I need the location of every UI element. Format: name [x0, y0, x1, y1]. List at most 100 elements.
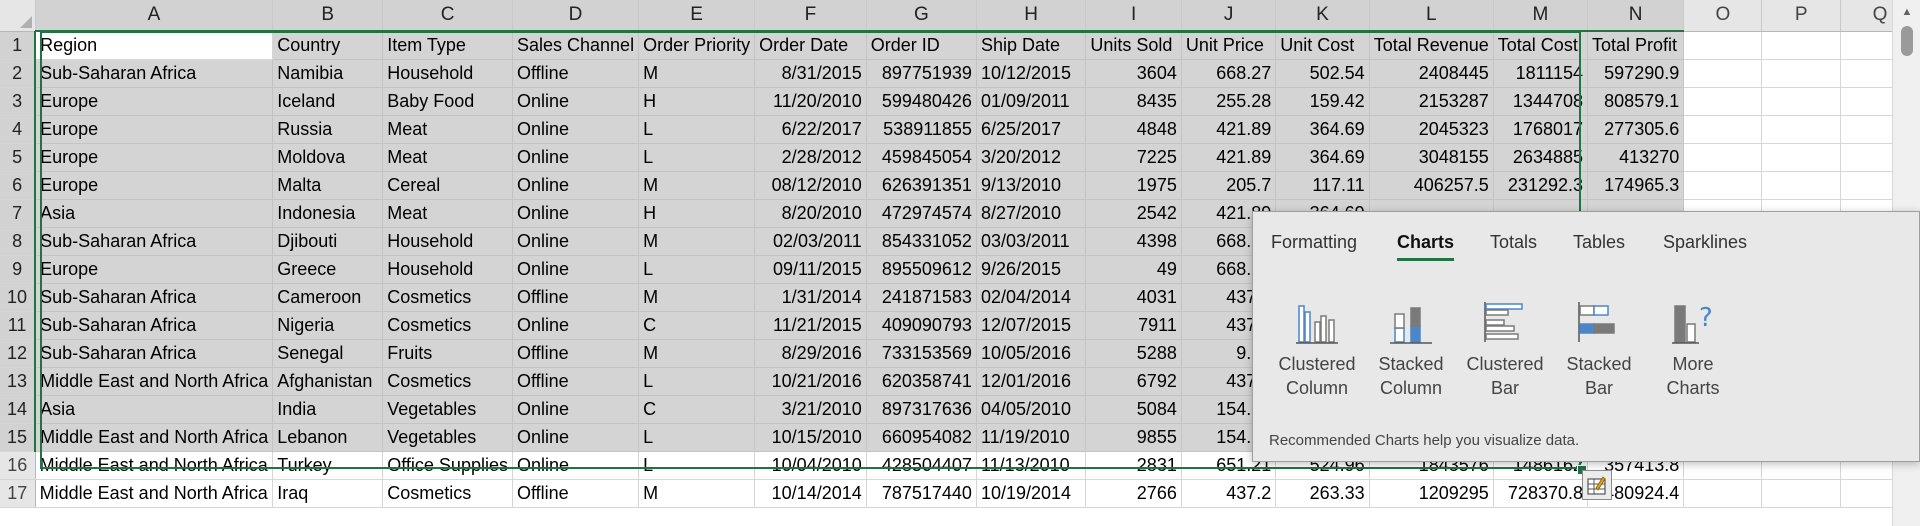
cell-k2[interactable]: 502.54: [1275, 59, 1370, 88]
cell-o17[interactable]: [1683, 479, 1763, 508]
cell-b17[interactable]: Iraq: [272, 479, 384, 508]
cell-e8[interactable]: M: [638, 227, 756, 256]
cell-d14[interactable]: Online: [512, 395, 640, 424]
cell-p2[interactable]: [1761, 59, 1841, 88]
scroll-up-arrow-icon[interactable]: ▲: [1893, 2, 1920, 22]
cell-k5[interactable]: 364.69: [1275, 143, 1370, 172]
cell-a3[interactable]: Europe: [35, 87, 274, 116]
cell-d1[interactable]: Sales Channel: [512, 31, 640, 60]
row-header-13[interactable]: 13: [0, 367, 37, 396]
cell-a2[interactable]: Sub-Saharan Africa: [35, 59, 274, 88]
cell-i3[interactable]: 8435: [1085, 87, 1182, 116]
row-header-12[interactable]: 12: [0, 339, 37, 368]
cell-e12[interactable]: M: [638, 339, 756, 368]
cell-c10[interactable]: Cosmetics: [382, 283, 513, 312]
cell-i2[interactable]: 3604: [1085, 59, 1182, 88]
cell-e14[interactable]: C: [638, 395, 756, 424]
cell-c14[interactable]: Vegetables: [382, 395, 513, 424]
cell-g5[interactable]: 459845054: [866, 143, 977, 172]
cell-h13[interactable]: 12/01/2016: [976, 367, 1087, 396]
cell-c7[interactable]: Meat: [382, 199, 513, 228]
column-header-m[interactable]: M: [1493, 0, 1589, 32]
tab-totals[interactable]: Totals: [1490, 232, 1537, 261]
select-all-corner[interactable]: [0, 0, 36, 32]
cell-n4[interactable]: 277305.6: [1587, 115, 1685, 144]
cell-a10[interactable]: Sub-Saharan Africa: [35, 283, 274, 312]
cell-b13[interactable]: Afghanistan: [272, 367, 384, 396]
cell-f14[interactable]: 3/21/2010: [754, 395, 867, 424]
column-header-i[interactable]: I: [1085, 0, 1182, 32]
cell-i15[interactable]: 9855: [1085, 423, 1182, 452]
cell-a6[interactable]: Europe: [35, 171, 274, 200]
cell-j1[interactable]: Unit Price: [1181, 31, 1277, 60]
cell-a16[interactable]: Middle East and North Africa: [35, 451, 274, 480]
cell-j6[interactable]: 205.7: [1181, 171, 1277, 200]
cell-g4[interactable]: 538911855: [866, 115, 977, 144]
cell-h2[interactable]: 10/12/2015: [976, 59, 1087, 88]
cell-f15[interactable]: 10/15/2010: [754, 423, 867, 452]
cell-c6[interactable]: Cereal: [382, 171, 513, 200]
cell-n1[interactable]: Total Profit: [1587, 31, 1685, 60]
cell-e4[interactable]: L: [638, 115, 756, 144]
cell-e6[interactable]: M: [638, 171, 756, 200]
cell-h4[interactable]: 6/25/2017: [976, 115, 1087, 144]
cell-c12[interactable]: Fruits: [382, 339, 513, 368]
cell-l2[interactable]: 2408445: [1369, 59, 1494, 88]
cell-b11[interactable]: Nigeria: [272, 311, 384, 340]
row-header-1[interactable]: 1: [0, 31, 37, 60]
cell-c1[interactable]: Item Type: [382, 31, 513, 60]
tab-sparklines[interactable]: Sparklines: [1663, 232, 1747, 261]
cell-o6[interactable]: [1683, 171, 1763, 200]
cell-f16[interactable]: 10/04/2010: [754, 451, 867, 480]
cell-i5[interactable]: 7225: [1085, 143, 1182, 172]
cell-i6[interactable]: 1975: [1085, 171, 1182, 200]
cell-l17[interactable]: 1209295: [1369, 479, 1494, 508]
cell-h14[interactable]: 04/05/2010: [976, 395, 1087, 424]
cell-e7[interactable]: H: [638, 199, 756, 228]
cell-j3[interactable]: 255.28: [1181, 87, 1277, 116]
cell-f12[interactable]: 8/29/2016: [754, 339, 867, 368]
cell-g1[interactable]: Order ID: [866, 31, 977, 60]
tab-tables[interactable]: Tables: [1573, 232, 1625, 261]
cell-f8[interactable]: 02/03/2011: [754, 227, 867, 256]
row-header-14[interactable]: 14: [0, 395, 37, 424]
cell-i13[interactable]: 6792: [1085, 367, 1182, 396]
cell-i10[interactable]: 4031: [1085, 283, 1182, 312]
cell-i11[interactable]: 7911: [1085, 311, 1182, 340]
row-header-5[interactable]: 5: [0, 143, 37, 172]
cell-b8[interactable]: Djibouti: [272, 227, 384, 256]
cell-b1[interactable]: Country: [272, 31, 384, 60]
column-header-f[interactable]: F: [754, 0, 867, 32]
cell-c4[interactable]: Meat: [382, 115, 513, 144]
cell-m2[interactable]: 1811154: [1493, 59, 1589, 88]
cell-f1[interactable]: Order Date: [754, 31, 867, 60]
cell-a12[interactable]: Sub-Saharan Africa: [35, 339, 274, 368]
cell-b7[interactable]: Indonesia: [272, 199, 384, 228]
cell-n2[interactable]: 597290.9: [1587, 59, 1685, 88]
cell-g3[interactable]: 599480426: [866, 87, 977, 116]
cell-g2[interactable]: 897751939: [866, 59, 977, 88]
row-header-8[interactable]: 8: [0, 227, 37, 256]
cell-b16[interactable]: Turkey: [272, 451, 384, 480]
cell-k6[interactable]: 117.11: [1275, 171, 1370, 200]
scroll-thumb[interactable]: [1901, 26, 1913, 56]
cell-h12[interactable]: 10/05/2016: [976, 339, 1087, 368]
column-header-l[interactable]: L: [1369, 0, 1494, 32]
cell-h15[interactable]: 11/19/2010: [976, 423, 1087, 452]
cell-e9[interactable]: L: [638, 255, 756, 284]
cell-j17[interactable]: 437.2: [1181, 479, 1277, 508]
cell-a17[interactable]: Middle East and North Africa: [35, 479, 274, 508]
cell-i14[interactable]: 5084: [1085, 395, 1182, 424]
cell-g17[interactable]: 787517440: [866, 479, 977, 508]
cell-e10[interactable]: M: [638, 283, 756, 312]
cell-g6[interactable]: 626391351: [866, 171, 977, 200]
cell-g10[interactable]: 241871583: [866, 283, 977, 312]
cell-j4[interactable]: 421.89: [1181, 115, 1277, 144]
cell-e13[interactable]: L: [638, 367, 756, 396]
cell-a9[interactable]: Europe: [35, 255, 274, 284]
cell-c13[interactable]: Cosmetics: [382, 367, 513, 396]
cell-g13[interactable]: 620358741: [866, 367, 977, 396]
cell-k3[interactable]: 159.42: [1275, 87, 1370, 116]
cell-m1[interactable]: Total Cost: [1493, 31, 1589, 60]
cell-n6[interactable]: 174965.3: [1587, 171, 1685, 200]
